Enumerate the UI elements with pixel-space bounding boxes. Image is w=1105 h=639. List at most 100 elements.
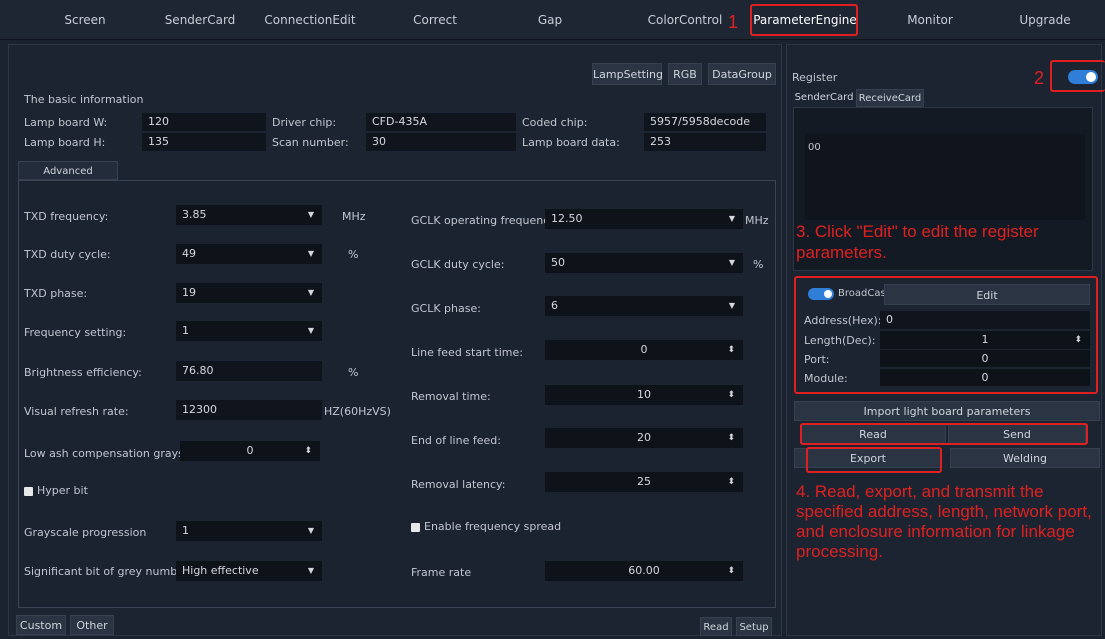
significant-bit-label: Significant bit of grey number <box>24 565 189 578</box>
chevron-down-icon: ▼ <box>728 258 735 267</box>
highlight-export <box>806 447 942 473</box>
tab-receivecard-register[interactable]: ReceiveCard <box>856 89 924 107</box>
brightness-efficiency-field[interactable]: 76.80 <box>176 361 322 381</box>
length-dec-spinner[interactable]: 1 ⬍ <box>880 331 1090 349</box>
txd-frequency-value: 3.85 <box>182 208 207 221</box>
register-label: Register <box>792 71 838 84</box>
txd-duty-unit: % <box>348 248 359 261</box>
low-ash-spinner[interactable]: 0 ⬍ <box>180 441 320 461</box>
spin-updown-icon[interactable]: ⬍ <box>727 472 735 492</box>
gclk-frequency-unit: MHz <box>745 214 769 227</box>
frequency-setting-label: Frequency setting: <box>24 326 127 339</box>
lampsetting-button[interactable]: LampSetting <box>592 63 663 85</box>
tab-correct[interactable]: Correct <box>390 0 480 40</box>
register-value-box[interactable] <box>805 134 1085 220</box>
spin-updown-icon[interactable]: ⬍ <box>304 441 312 461</box>
tab-sendercard[interactable]: SenderCard <box>150 0 250 40</box>
basic-info-title: The basic information <box>24 93 144 106</box>
tab-connectionedit[interactable]: ConnectionEdit <box>250 0 370 40</box>
lamp-w-field[interactable]: 120 <box>142 113 266 131</box>
tab-sendercard-register[interactable]: SenderCard <box>794 89 854 107</box>
lamp-h-label: Lamp board H: <box>24 136 106 149</box>
tab-screen[interactable]: Screen <box>40 0 130 40</box>
highlight-parameterengine <box>750 4 858 36</box>
other-button[interactable]: Other <box>70 615 114 635</box>
removal-time-spinner[interactable]: 10 ⬍ <box>545 385 743 405</box>
txd-phase-label: TXD phase: <box>24 287 88 300</box>
chevron-down-icon: ▼ <box>307 326 314 335</box>
driver-chip-field[interactable]: CFD-435A <box>366 113 516 131</box>
scan-number-field[interactable]: 30 <box>366 133 516 151</box>
read-button-bottom[interactable]: Read <box>700 617 732 636</box>
gclk-phase-label: GCLK phase: <box>411 302 481 315</box>
gclk-frequency-select[interactable]: 12.50 ▼ <box>545 209 743 229</box>
frequency-setting-select[interactable]: 1 ▼ <box>176 321 322 341</box>
brightness-efficiency-label: Brightness efficiency: <box>24 366 142 379</box>
spin-updown-icon[interactable]: ⬍ <box>1074 331 1082 349</box>
txd-frequency-unit: MHz <box>342 210 366 223</box>
address-hex-field[interactable]: 0 <box>880 311 1090 329</box>
tab-upgrade[interactable]: Upgrade <box>1005 0 1085 40</box>
txd-duty-label: TXD duty cycle: <box>24 248 111 261</box>
broadcast-label: BroadCast <box>838 288 890 299</box>
visual-refresh-unit: HZ(60HzVS) <box>324 405 391 418</box>
datagroup-button[interactable]: DataGroup <box>708 63 776 85</box>
grayscale-progression-value: 1 <box>182 524 189 537</box>
frequency-setting-value: 1 <box>182 324 189 337</box>
line-feed-start-spinner[interactable]: 0 ⬍ <box>545 340 743 360</box>
tab-gap[interactable]: Gap <box>520 0 580 40</box>
broadcast-toggle[interactable] <box>808 288 834 300</box>
txd-duty-select[interactable]: 49 ▼ <box>176 244 322 264</box>
welding-button[interactable]: Welding <box>950 448 1100 468</box>
highlight-register-toggle <box>1050 60 1105 92</box>
gclk-duty-label: GCLK duty cycle: <box>411 258 505 271</box>
grayscale-progression-select[interactable]: 1 ▼ <box>176 521 322 541</box>
brightness-efficiency-unit: % <box>348 366 359 379</box>
gclk-frequency-label: GCLK operating frequency: <box>411 214 559 227</box>
chevron-down-icon: ▼ <box>728 301 735 310</box>
port-label: Port: <box>804 353 830 366</box>
chevron-down-icon: ▼ <box>728 214 735 223</box>
toggle-knob <box>824 290 832 298</box>
lamp-board-data-field[interactable]: 253 <box>644 133 766 151</box>
removal-time-label: Removal time: <box>411 390 491 403</box>
visual-refresh-label: Visual refresh rate: <box>24 405 129 418</box>
gclk-duty-unit: % <box>753 258 764 271</box>
custom-button[interactable]: Custom <box>16 615 66 635</box>
removal-latency-spinner[interactable]: 25 ⬍ <box>545 472 743 492</box>
line-feed-start-label: Line feed start time: <box>411 346 523 359</box>
lamp-h-field[interactable]: 135 <box>142 133 266 151</box>
visual-refresh-field[interactable]: 12300 <box>176 400 322 420</box>
gclk-duty-value: 50 <box>551 256 565 269</box>
edit-button[interactable]: Edit <box>884 284 1090 305</box>
spin-updown-icon[interactable]: ⬍ <box>727 561 735 581</box>
annotation-1: 1 <box>728 12 739 32</box>
module-spinner[interactable]: 0 <box>880 369 1090 386</box>
tab-colorcontrol[interactable]: ColorControl <box>630 0 740 40</box>
rgb-button[interactable]: RGB <box>668 63 702 85</box>
spin-updown-icon[interactable]: ⬍ <box>727 340 735 360</box>
spin-updown-icon[interactable]: ⬍ <box>727 428 735 448</box>
significant-bit-select[interactable]: High effective ▼ <box>176 561 322 581</box>
tab-monitor[interactable]: Monitor <box>890 0 970 40</box>
import-light-board-button[interactable]: Import light board parameters <box>794 401 1100 421</box>
coded-chip-field[interactable]: 5957/5958decode <box>644 113 766 131</box>
txd-frequency-select[interactable]: 3.85 ▼ <box>176 205 322 225</box>
tab-advanced-parameters[interactable]: Advanced parameters <box>18 161 118 196</box>
chevron-down-icon: ▼ <box>307 288 314 297</box>
chevron-down-icon: ▼ <box>307 566 314 575</box>
txd-phase-select[interactable]: 19 ▼ <box>176 283 322 303</box>
length-dec-label: Length(Dec): <box>804 334 876 347</box>
top-nav: Screen SenderCard ConnectionEdit Correct… <box>0 0 1105 40</box>
lamp-w-label: Lamp board W: <box>24 116 108 129</box>
gclk-duty-select[interactable]: 50 ▼ <box>545 253 743 273</box>
frequency-spread-label: Enable frequency spread <box>424 520 562 533</box>
port-spinner[interactable]: 0 <box>880 350 1090 367</box>
spin-updown-icon[interactable]: ⬍ <box>727 385 735 405</box>
gclk-phase-select[interactable]: 6 ▼ <box>545 296 743 316</box>
frequency-spread-checkbox[interactable] <box>411 523 420 532</box>
frame-rate-spinner[interactable]: 60.00 ⬍ <box>545 561 743 581</box>
hyper-bit-checkbox[interactable] <box>24 487 33 496</box>
setup-button[interactable]: Setup <box>736 617 772 636</box>
end-of-line-feed-spinner[interactable]: 20 ⬍ <box>545 428 743 448</box>
